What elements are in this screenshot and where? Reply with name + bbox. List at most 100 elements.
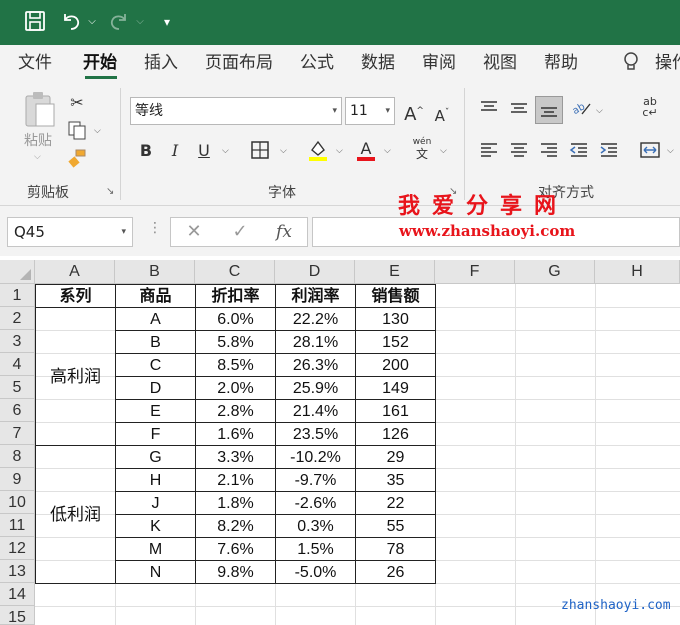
profit-cell[interactable]: 25.9% <box>275 376 356 400</box>
paste-button-label[interactable]: 粘贴 <box>18 130 58 152</box>
name-box[interactable]: Q45 ▾ <box>7 217 133 247</box>
sales-cell[interactable]: 22 <box>355 491 436 515</box>
column-header-a[interactable]: A <box>35 260 115 284</box>
tab-insert[interactable]: 插入 <box>144 51 178 75</box>
discount-cell[interactable]: 5.8% <box>195 330 276 354</box>
insert-function-icon[interactable]: fx <box>269 218 299 246</box>
column-header-h[interactable]: H <box>595 260 680 284</box>
font-name-select[interactable]: 等线 ▾ <box>130 97 342 125</box>
copy-icon[interactable] <box>66 120 88 146</box>
phonetic-guide-icon[interactable]: wén 文 <box>410 136 434 162</box>
product-cell[interactable]: C <box>115 353 196 377</box>
row-header-5[interactable]: 5 <box>0 376 35 399</box>
tab-formulas[interactable]: 公式 <box>300 51 334 75</box>
discount-cell[interactable]: 2.8% <box>195 399 276 423</box>
product-cell[interactable]: K <box>115 514 196 538</box>
align-left-icon[interactable] <box>478 140 500 166</box>
sales-cell[interactable]: 200 <box>355 353 436 377</box>
underline-icon[interactable]: U <box>194 140 214 162</box>
header-cell-sales[interactable]: 销售额 <box>355 284 436 308</box>
row-header-10[interactable]: 10 <box>0 491 35 514</box>
discount-cell[interactable]: 1.6% <box>195 422 276 446</box>
sales-cell[interactable]: 55 <box>355 514 436 538</box>
discount-cell[interactable]: 7.6% <box>195 537 276 561</box>
product-cell[interactable]: H <box>115 468 196 492</box>
profit-cell[interactable]: 1.5% <box>275 537 356 561</box>
column-header-e[interactable]: E <box>355 260 435 284</box>
tab-file[interactable]: 文件 <box>18 51 52 75</box>
lightbulb-icon[interactable] <box>622 51 640 75</box>
product-cell[interactable]: E <box>115 399 196 423</box>
tab-help[interactable]: 帮助 <box>544 51 578 75</box>
orientation-icon[interactable]: ab <box>570 98 592 124</box>
discount-cell[interactable]: 8.5% <box>195 353 276 377</box>
column-header-c[interactable]: C <box>195 260 275 284</box>
cancel-icon[interactable]: ✕ <box>179 218 209 246</box>
row-header-13[interactable]: 13 <box>0 560 35 583</box>
align-top-icon[interactable] <box>478 98 500 124</box>
copy-dropdown-icon[interactable]: ⌵ <box>94 126 101 136</box>
profit-cell[interactable]: 23.5% <box>275 422 356 446</box>
redo-dropdown-icon[interactable]: ⌵ <box>134 10 146 34</box>
merge-dropdown-icon[interactable]: ⌵ <box>667 146 674 156</box>
header-cell-profit[interactable]: 利润率 <box>275 284 356 308</box>
profit-cell[interactable]: 28.1% <box>275 330 356 354</box>
header-cell-discount[interactable]: 折扣率 <box>195 284 276 308</box>
fill-color-dropdown-icon[interactable]: ⌵ <box>336 146 343 156</box>
font-size-select[interactable]: 11 ▾ <box>345 97 395 125</box>
discount-cell[interactable]: 8.2% <box>195 514 276 538</box>
font-color-icon[interactable]: A <box>354 138 378 168</box>
column-header-d[interactable]: D <box>275 260 355 284</box>
discount-cell[interactable]: 3.3% <box>195 445 276 469</box>
profit-cell[interactable]: 22.2% <box>275 307 356 331</box>
discount-cell[interactable]: 2.0% <box>195 376 276 400</box>
profit-cell[interactable]: 21.4% <box>275 399 356 423</box>
increase-font-size-icon[interactable]: A^ <box>402 100 426 126</box>
clipboard-launcher-icon[interactable]: ↘ <box>106 186 114 197</box>
row-header-3[interactable]: 3 <box>0 330 35 353</box>
sales-cell[interactable]: 130 <box>355 307 436 331</box>
save-icon[interactable] <box>24 10 48 34</box>
product-cell[interactable]: D <box>115 376 196 400</box>
series-cell[interactable]: 高利润 <box>35 307 116 446</box>
profit-cell[interactable]: -10.2% <box>275 445 356 469</box>
row-header-7[interactable]: 7 <box>0 422 35 445</box>
redo-icon[interactable] <box>108 10 132 34</box>
series-cell[interactable]: 低利润 <box>35 445 116 584</box>
row-header-2[interactable]: 2 <box>0 307 35 330</box>
align-bottom-icon[interactable] <box>535 96 563 124</box>
sales-cell[interactable]: 35 <box>355 468 436 492</box>
orientation-dropdown-icon[interactable]: ⌵ <box>596 106 603 116</box>
tab-review[interactable]: 审阅 <box>422 51 456 75</box>
underline-dropdown-icon[interactable]: ⌵ <box>222 146 229 156</box>
sales-cell[interactable]: 126 <box>355 422 436 446</box>
profit-cell[interactable]: -5.0% <box>275 560 356 584</box>
borders-dropdown-icon[interactable]: ⌵ <box>280 146 287 156</box>
discount-cell[interactable]: 9.8% <box>195 560 276 584</box>
merge-center-icon[interactable] <box>638 140 662 166</box>
font-color-dropdown-icon[interactable]: ⌵ <box>384 146 391 156</box>
product-cell[interactable]: G <box>115 445 196 469</box>
paste-dropdown-icon[interactable]: ⌵ <box>34 152 41 162</box>
increase-indent-icon[interactable] <box>598 140 620 166</box>
row-header-6[interactable]: 6 <box>0 399 35 422</box>
align-middle-icon[interactable] <box>508 98 530 124</box>
formula-bar-resize-handle[interactable]: ⋮ <box>148 220 162 236</box>
row-header-9[interactable]: 9 <box>0 468 35 491</box>
header-cell-series[interactable]: 系列 <box>35 284 116 308</box>
italic-icon[interactable]: I <box>165 140 185 162</box>
discount-cell[interactable]: 1.8% <box>195 491 276 515</box>
sales-cell[interactable]: 149 <box>355 376 436 400</box>
align-center-icon[interactable] <box>508 140 530 166</box>
cut-icon[interactable]: ✂ <box>66 92 88 114</box>
product-cell[interactable]: F <box>115 422 196 446</box>
row-header-11[interactable]: 11 <box>0 514 35 537</box>
sales-cell[interactable]: 26 <box>355 560 436 584</box>
row-header-15[interactable]: 15 <box>0 606 35 625</box>
discount-cell[interactable]: 2.1% <box>195 468 276 492</box>
customize-toolbar-icon[interactable]: ▾ <box>160 10 174 34</box>
column-header-f[interactable]: F <box>435 260 515 284</box>
bold-icon[interactable]: B <box>136 140 156 162</box>
enter-icon[interactable]: ✓ <box>225 218 255 246</box>
sales-cell[interactable]: 161 <box>355 399 436 423</box>
